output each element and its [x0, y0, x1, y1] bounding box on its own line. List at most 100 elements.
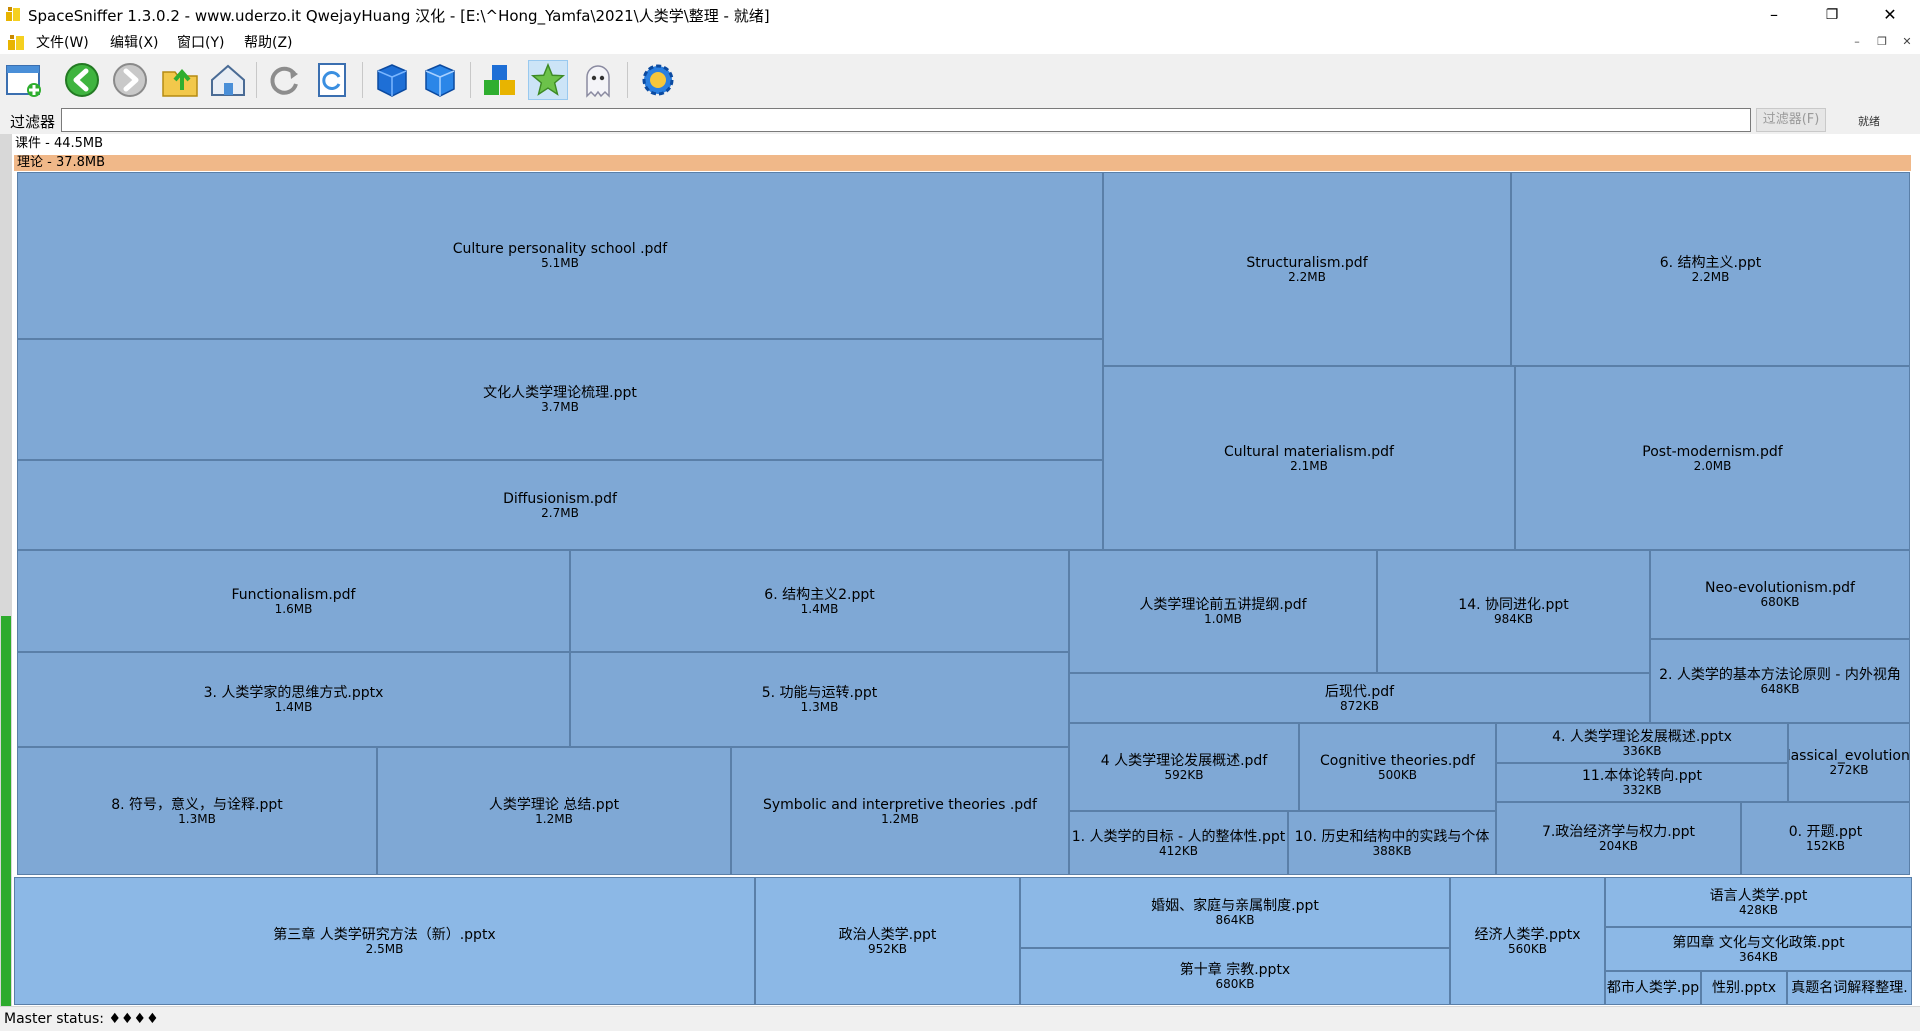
menu-help[interactable]: 帮助(Z): [244, 32, 293, 52]
new-scan-icon[interactable]: [4, 60, 44, 100]
close-button[interactable]: ✕: [1862, 0, 1918, 30]
file-size: 336KB: [1622, 743, 1662, 758]
file-block[interactable]: 人类学理论前五讲提纲.pdf 1.0MB: [1069, 550, 1377, 673]
file-size: 648KB: [1760, 681, 1800, 696]
file-block[interactable]: 语言人类学.ppt 428KB: [1605, 877, 1912, 927]
app-icon: [6, 7, 20, 21]
file-block[interactable]: 都市人类学.pp: [1605, 971, 1701, 1005]
favorite-toggle[interactable]: [528, 60, 568, 100]
file-size: 1.6MB: [274, 601, 313, 616]
file-size: 152KB: [1805, 839, 1845, 853]
file-size: 680KB: [1760, 595, 1800, 609]
file-block[interactable]: 14. 协同进化.ppt 984KB: [1377, 550, 1650, 673]
home-icon[interactable]: [208, 60, 248, 100]
file-block[interactable]: 4 人类学理论发展概述.pdf 592KB: [1069, 723, 1299, 811]
file-block[interactable]: 7.政治经济学与权力.ppt 204KB: [1496, 802, 1741, 875]
file-size: 1.3MB: [178, 811, 216, 826]
zoom-out-cube-icon[interactable]: [420, 60, 460, 100]
child-restore-button[interactable]: ❐: [1872, 33, 1892, 51]
file-block[interactable]: Classical_evolutionis 272KB: [1788, 723, 1910, 802]
file-block[interactable]: 政治人类学.ppt 952KB: [755, 877, 1020, 1005]
file-size: 332KB: [1622, 783, 1662, 797]
file-size: 1.4MB: [274, 700, 313, 714]
filter-input[interactable]: [61, 108, 1751, 132]
window-title: SpaceSniffer 1.3.0.2 - www.uderzo.it Qwe…: [28, 7, 770, 25]
file-block[interactable]: Neo-evolutionism.pdf 680KB: [1650, 550, 1910, 639]
file-block[interactable]: 1. 人类学的目标 - 人的整体性.ppt 412KB: [1069, 811, 1288, 875]
refresh-all-icon[interactable]: [312, 60, 352, 100]
child-minimize-button[interactable]: –: [1847, 33, 1867, 51]
file-size: 2.5MB: [365, 941, 404, 956]
file-block[interactable]: 2. 人类学的基本方法论原则 - 内外视角 648KB: [1650, 639, 1910, 723]
file-block[interactable]: Functionalism.pdf 1.6MB: [17, 550, 570, 652]
folder-header-theory[interactable]: 理论 - 37.8MB: [14, 155, 1911, 171]
minimize-button[interactable]: –: [1746, 0, 1802, 30]
file-name: 都市人类学.pp: [1606, 980, 1700, 996]
file-block[interactable]: Diffusionism.pdf 2.7MB: [17, 460, 1103, 550]
file-name: Cognitive theories.pdf: [1320, 752, 1475, 769]
file-name: 6. 结构主义2.ppt: [764, 586, 875, 603]
file-name: Symbolic and interpretive theories .pdf: [763, 796, 1037, 813]
file-block[interactable]: 第三章 人类学研究方法（新）.pptx 2.5MB: [14, 877, 755, 1005]
file-block[interactable]: Cultural materialism.pdf 2.1MB: [1103, 366, 1515, 550]
file-block[interactable]: 文化人类学理论梳理.ppt 3.7MB: [17, 339, 1103, 460]
file-block[interactable]: 8. 符号，意义，与诠释.ppt 1.3MB: [17, 747, 377, 875]
up-folder-icon[interactable]: [160, 60, 200, 100]
ready-status: 就绪: [1858, 115, 1880, 128]
file-block[interactable]: 第四章 文化与文化政策.ppt 364KB: [1605, 927, 1912, 971]
file-name: 性别.pptx: [1712, 980, 1776, 996]
file-size: 1.4MB: [800, 601, 839, 616]
settings-gear-icon[interactable]: [638, 60, 678, 100]
file-block[interactable]: Symbolic and interpretive theories .pdf …: [731, 747, 1069, 875]
file-block[interactable]: Structuralism.pdf 2.2MB: [1103, 172, 1511, 366]
menu-file[interactable]: 文件(W): [36, 32, 89, 52]
file-name: 人类学理论前五讲提纲.pdf: [1139, 597, 1307, 613]
refresh-icon[interactable]: [264, 60, 304, 100]
document-app-icon[interactable]: [7, 33, 25, 51]
file-block[interactable]: 人类学理论 总结.ppt 1.2MB: [377, 747, 731, 875]
filter-button[interactable]: 过滤器(F): [1756, 108, 1826, 132]
file-block[interactable]: Post-modernism.pdf 2.0MB: [1515, 366, 1910, 550]
file-size: 952KB: [867, 941, 907, 956]
file-block[interactable]: 真题名词解释整理.: [1787, 971, 1912, 1005]
child-close-button[interactable]: ✕: [1897, 33, 1917, 51]
file-size: 1.2MB: [535, 811, 573, 826]
file-size: 428KB: [1738, 902, 1778, 917]
ghost-icon[interactable]: [578, 60, 618, 100]
menu-edit[interactable]: 编辑(X): [110, 32, 159, 52]
file-block[interactable]: Cognitive theories.pdf 500KB: [1299, 723, 1496, 811]
file-block[interactable]: 6. 结构主义2.ppt 1.4MB: [570, 550, 1069, 652]
menu-bar: 文件(W) 编辑(X) 窗口(Y) 帮助(Z) – ❐ ✕: [0, 30, 1920, 54]
file-block[interactable]: 6. 结构主义.ppt 2.2MB: [1511, 172, 1910, 366]
file-block[interactable]: 后现代.pdf 872KB: [1069, 673, 1650, 723]
file-block[interactable]: 性别.pptx: [1701, 971, 1787, 1005]
file-block[interactable]: 11.本体论转向.ppt 332KB: [1496, 763, 1788, 802]
file-name: Cultural materialism.pdf: [1224, 443, 1394, 460]
file-block[interactable]: 婚姻、家庭与亲属制度.ppt 864KB: [1020, 877, 1450, 948]
file-size: 2.7MB: [541, 505, 579, 520]
favorite-star-icon: [530, 62, 566, 96]
toolbar: [0, 54, 1920, 107]
restore-button[interactable]: ❐: [1804, 0, 1860, 30]
filter-label: 过滤器: [10, 113, 56, 131]
blocks-icon[interactable]: [480, 60, 520, 100]
file-block[interactable]: 0. 开题.ppt 152KB: [1741, 802, 1910, 875]
file-block[interactable]: Culture personality school .pdf 5.1MB: [17, 172, 1103, 339]
file-name: 第四章 文化与文化政策.ppt: [1672, 934, 1845, 951]
zoom-in-cube-icon[interactable]: [372, 60, 412, 100]
file-name: Culture personality school .pdf: [452, 241, 668, 257]
back-icon[interactable]: [62, 60, 102, 100]
forward-icon[interactable]: [110, 60, 150, 100]
file-block[interactable]: 5. 功能与运转.ppt 1.3MB: [570, 652, 1069, 747]
file-block[interactable]: 经济人类学.pptx 560KB: [1450, 877, 1605, 1005]
menu-window[interactable]: 窗口(Y): [177, 32, 224, 52]
file-name: 3. 人类学家的思维方式.pptx: [203, 685, 384, 701]
file-block[interactable]: 第十章 宗教.pptx 680KB: [1020, 948, 1450, 1005]
folder-header-courseware[interactable]: 课件 - 44.5MB: [12, 136, 1912, 152]
file-block[interactable]: 4. 人类学理论发展概述.pptx 336KB: [1496, 723, 1788, 763]
master-status: Master status: ♦♦♦♦: [4, 1011, 159, 1027]
file-block[interactable]: 10. 历史和结构中的实践与个体 388KB: [1288, 811, 1496, 875]
file-name: 语言人类学.ppt: [1709, 887, 1808, 904]
file-name: 2. 人类学的基本方法论原则 - 内外视角: [1659, 666, 1901, 683]
file-block[interactable]: 3. 人类学家的思维方式.pptx 1.4MB: [17, 652, 570, 747]
